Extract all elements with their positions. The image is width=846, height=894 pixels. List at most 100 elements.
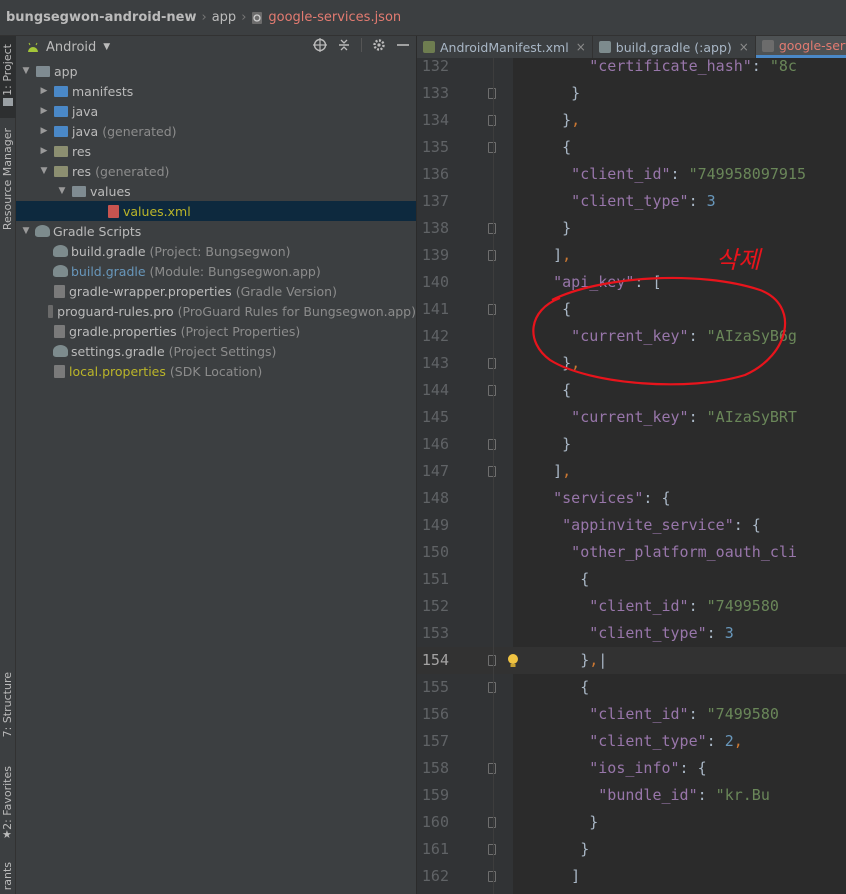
project-tool-button[interactable]: 1: Project (0, 36, 16, 118)
favorites-tool-button[interactable]: 2: Favorites ★ (0, 764, 16, 846)
folder-icon (54, 85, 68, 97)
code-line[interactable]: 161} (417, 836, 846, 863)
expanded-arrow-icon[interactable]: ▼ (20, 226, 32, 236)
code-line[interactable]: 157 "client_type": 2, (417, 728, 846, 755)
code-token: "client_type" (571, 192, 689, 210)
code-line[interactable]: 152 "client_id": "7499580 (417, 593, 846, 620)
tree-item[interactable]: ▼ Gradle Scripts (16, 221, 416, 241)
tree-item[interactable]: values.xml (16, 201, 416, 221)
code-line[interactable]: 149 "appinvite_service": { (417, 512, 846, 539)
collapsed-arrow-icon[interactable]: ▶ (38, 86, 50, 96)
code-line[interactable]: 159 "bundle_id": "kr.Bu (417, 782, 846, 809)
code-line[interactable]: 147], (417, 458, 846, 485)
fold-marker-icon[interactable] (488, 439, 496, 450)
tree-item[interactable]: ▶ res (16, 141, 416, 161)
breadcrumb-module[interactable]: app (212, 10, 236, 25)
view-selector[interactable]: Android (46, 40, 96, 55)
expanded-arrow-icon[interactable]: ▼ (38, 166, 50, 176)
tree-item[interactable]: local.properties (SDK Location) (16, 361, 416, 381)
code-line[interactable]: 153 "client_type": 3 (417, 620, 846, 647)
fold-marker-icon[interactable] (488, 250, 496, 261)
code-token: : (751, 57, 770, 75)
tree-item[interactable]: build.gradle (Project: Bungsegwon) (16, 241, 416, 261)
expanded-arrow-icon[interactable]: ▼ (20, 66, 32, 76)
fold-marker-icon[interactable] (488, 115, 496, 126)
fold-marker-icon[interactable] (488, 871, 496, 882)
line-number: 136 (421, 165, 449, 183)
code-line[interactable]: 162] (417, 863, 846, 890)
tree-item[interactable]: ▼ app (16, 61, 416, 81)
tree-item[interactable]: proguard-rules.pro (ProGuard Rules for Bu… (16, 301, 416, 321)
tree-item[interactable]: ▼ res (generated) (16, 161, 416, 181)
tree-item[interactable]: ▶ manifests (16, 81, 416, 101)
line-number: 151 (421, 570, 449, 588)
fold-marker-icon[interactable] (488, 88, 496, 99)
collapsed-arrow-icon[interactable]: ▶ (38, 146, 50, 156)
code-line[interactable]: 139], (417, 242, 846, 269)
code-line[interactable]: 132 "certificate_hash": "8c (417, 53, 846, 80)
build-variants-tool-button[interactable]: rants (0, 858, 16, 894)
code-line[interactable]: 138} (417, 215, 846, 242)
lightbulb-icon[interactable] (506, 653, 520, 669)
fold-marker-icon[interactable] (488, 655, 496, 666)
tree-item[interactable]: settings.gradle (Project Settings) (16, 341, 416, 361)
code-line[interactable]: 137 "client_type": 3 (417, 188, 846, 215)
code-line[interactable]: 134}, (417, 107, 846, 134)
fold-marker-icon[interactable] (488, 763, 496, 774)
code-line[interactable]: 156 "client_id": "7499580 (417, 701, 846, 728)
code-line[interactable]: 151 { (417, 566, 846, 593)
fold-marker-icon[interactable] (488, 142, 496, 153)
code-line[interactable]: 154},| (417, 647, 846, 674)
tree-item[interactable]: build.gradle (Module: Bungsegwon.app) (16, 261, 416, 281)
fold-marker-icon[interactable] (488, 844, 496, 855)
line-number: 161 (421, 840, 449, 858)
fold-marker-icon[interactable] (488, 817, 496, 828)
tree-item[interactable]: ▶ java (16, 101, 416, 121)
code-line[interactable]: 158 "ios_info": { (417, 755, 846, 782)
chevron-down-icon[interactable]: ▼ (103, 42, 110, 52)
minimize-icon[interactable] (396, 38, 410, 52)
code-line[interactable]: 142 "current_key": "AIzaSyB6g (417, 323, 846, 350)
resource-manager-tool-button[interactable]: Resource Manager (0, 128, 16, 248)
target-icon[interactable] (313, 38, 327, 52)
tree-item[interactable]: gradle-wrapper.properties (Gradle Version… (16, 281, 416, 301)
tree-item[interactable]: gradle.properties (Project Properties) (16, 321, 416, 341)
structure-tool-button[interactable]: 7: Structure (0, 666, 16, 748)
fold-marker-icon[interactable] (488, 223, 496, 234)
code-line[interactable]: 160} (417, 809, 846, 836)
breadcrumb-file[interactable]: google-services.json (251, 10, 401, 25)
expanded-arrow-icon[interactable]: ▼ (56, 186, 68, 196)
code-line[interactable]: 155 { (417, 674, 846, 701)
code-line[interactable]: 135 { (417, 134, 846, 161)
tree-item[interactable]: ▶ java (generated) (16, 121, 416, 141)
code-area[interactable]: 132 "certificate_hash": "8c 133} 134}, 135{1… (417, 57, 846, 894)
code-line[interactable]: 143}, (417, 350, 846, 377)
collapsed-arrow-icon[interactable]: ▶ (38, 106, 50, 116)
fold-marker-icon[interactable] (488, 466, 496, 477)
fold-marker-icon[interactable] (488, 385, 496, 396)
close-icon[interactable]: × (739, 40, 749, 54)
code-line[interactable]: 144 { (417, 377, 846, 404)
collapse-icon[interactable] (337, 38, 351, 52)
fold-marker-icon[interactable] (488, 304, 496, 315)
fold-marker-icon[interactable] (488, 682, 496, 693)
fold-marker-icon[interactable] (488, 358, 496, 369)
code-line[interactable]: 146} (417, 431, 846, 458)
code-token: { (562, 300, 572, 318)
gradle-icon (598, 41, 611, 53)
code-line[interactable]: 140 "api_key": [ (417, 269, 846, 296)
code-line[interactable]: 133} (417, 80, 846, 107)
tree-item-hint: (Project: Bungsegwon) (149, 243, 291, 259)
code-line[interactable]: 148 "services": { (417, 485, 846, 512)
code-line[interactable]: 141 { (417, 296, 846, 323)
code-line[interactable]: 150 "other_platform_oauth_cli (417, 539, 846, 566)
tree-item[interactable]: ▼ values (16, 181, 416, 201)
code-token: , (571, 354, 581, 372)
code-line[interactable]: 145 "current_key": "AIzaSyBRT (417, 404, 846, 431)
code-line[interactable]: 136 "client_id": "749958097915 (417, 161, 846, 188)
breadcrumb-project[interactable]: bungsegwon-android-new (6, 10, 197, 25)
gear-icon[interactable] (372, 38, 386, 52)
tree-item-label: gradle.properties (69, 323, 177, 339)
close-icon[interactable]: × (576, 40, 586, 54)
collapsed-arrow-icon[interactable]: ▶ (38, 126, 50, 136)
